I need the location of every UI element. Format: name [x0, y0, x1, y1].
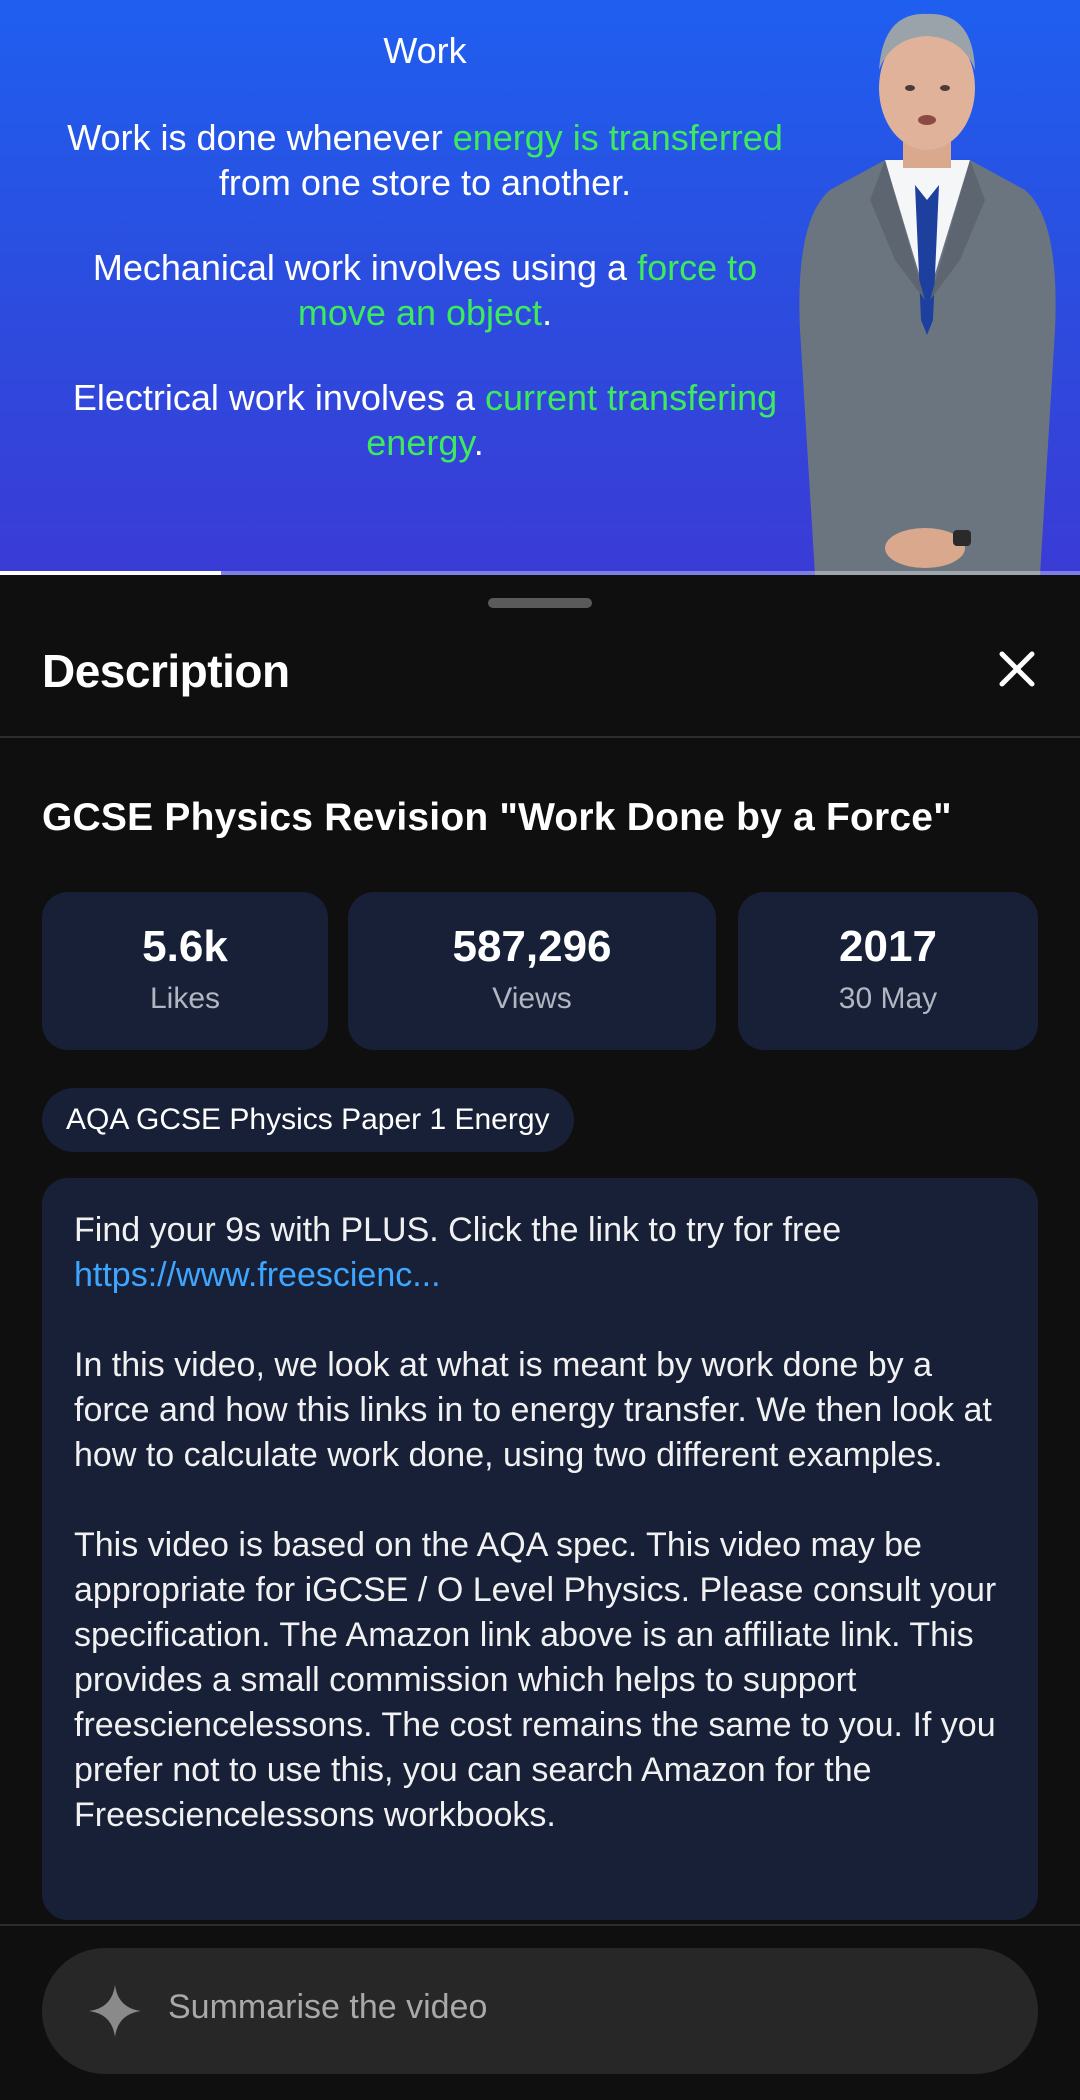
- panel-title: Description: [42, 645, 290, 697]
- header-divider: [0, 736, 1080, 738]
- description-paragraph-1: Find your 9s with PLUS. Click the link t…: [74, 1208, 1006, 1298]
- description-panel: Description GCSE Physics Revision "Work …: [0, 578, 1080, 2100]
- presenter-image: [799, 13, 1056, 575]
- drag-handle[interactable]: [488, 598, 592, 608]
- likes-label: Likes: [149, 982, 221, 1015]
- views-label: Views: [492, 982, 572, 1015]
- video-progress-fill: [0, 571, 222, 575]
- likes-count: 5.6k: [142, 922, 228, 971]
- video-player[interactable]: Work Work is done whenever energy is tra…: [0, 0, 1080, 575]
- video-progress-bar[interactable]: [0, 571, 1080, 575]
- slide-line-2: Mechanical work involves using a force t…: [92, 247, 758, 333]
- description-link[interactable]: https://www.freescienc...: [74, 1253, 1006, 1298]
- summarise-label: Summarise the video: [168, 1988, 488, 2026]
- description-text: Find your 9s with PLUS. Click the link t…: [42, 1178, 1038, 1920]
- sparkle-icon: [89, 1985, 141, 2037]
- footer-divider: [0, 1924, 1080, 1926]
- description-paragraph-3: This video is based on the AQA spec. Thi…: [74, 1526, 997, 1834]
- description-paragraph-2: In this video, we look at what is meant …: [74, 1346, 992, 1474]
- video-title: GCSE Physics Revision "Work Done by a Fo…: [42, 796, 952, 839]
- likes-stat: 5.6k Likes: [42, 892, 328, 1050]
- views-stat: 587,296 Views: [348, 892, 716, 1050]
- slide-content: Work Work is done whenever energy is tra…: [50, 28, 800, 505]
- slide-line-1: Work is done whenever energy is transfer…: [67, 117, 783, 203]
- views-count: 587,296: [452, 922, 612, 971]
- slide-title: Work: [383, 30, 467, 71]
- date-stat: 2017 30 May: [738, 892, 1038, 1050]
- upload-date: 30 May: [838, 982, 938, 1015]
- upload-year: 2017: [839, 922, 937, 971]
- slide-line-3: Electrical work involves a current trans…: [72, 377, 778, 463]
- summarise-prompt-button[interactable]: Summarise the video: [42, 1948, 1038, 2074]
- close-icon[interactable]: [988, 640, 1046, 698]
- topic-tag[interactable]: AQA GCSE Physics Paper 1 Energy: [42, 1088, 574, 1152]
